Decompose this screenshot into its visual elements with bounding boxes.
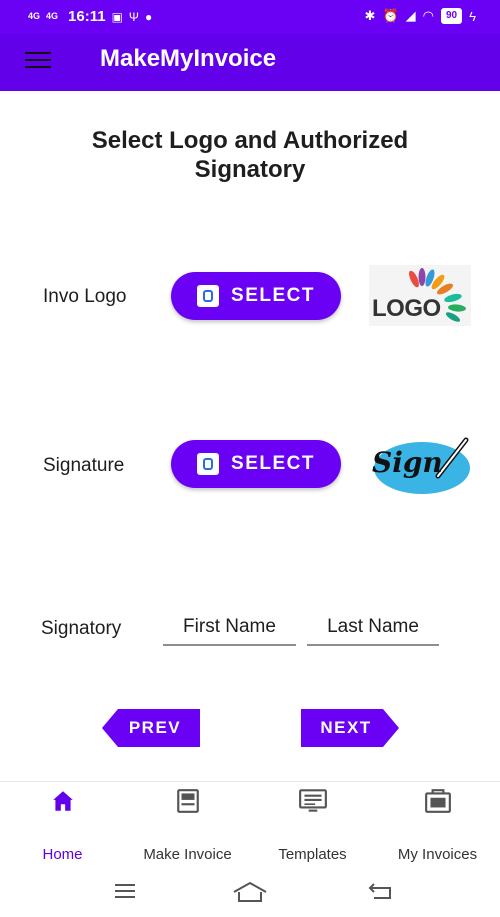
network-indicator-1: 4G xyxy=(28,11,41,21)
usb-icon: Ψ xyxy=(128,9,139,24)
page-title-line-2: Signatory xyxy=(194,156,306,183)
charging-icon: ϟ xyxy=(469,8,476,24)
logo-preview-text: LOGO xyxy=(372,295,441,322)
bluetooth-icon: ✱ xyxy=(364,8,376,23)
tab-make-invoice-label: Make Invoice xyxy=(143,846,232,863)
signatory-label: Signatory xyxy=(41,618,122,639)
notification-icon: ▣ xyxy=(111,9,123,24)
tab-my-invoices[interactable]: My Invoices xyxy=(375,782,500,875)
page-title: Select Logo and Authorized Signatory xyxy=(0,126,500,184)
home-button-icon[interactable] xyxy=(232,880,268,904)
alarm-icon: ⏰ xyxy=(382,8,399,23)
signature-preview-text: Sign xyxy=(372,446,443,479)
tab-make-invoice[interactable]: Make Invoice xyxy=(125,782,250,875)
next-button[interactable]: NEXT xyxy=(301,709,399,747)
last-name-field[interactable]: Last Name xyxy=(307,614,439,646)
select-signature-button[interactable]: SELECT xyxy=(171,440,341,488)
select-signature-button-label: SELECT xyxy=(231,453,315,474)
signal-icon: ◢ xyxy=(405,8,416,23)
home-icon xyxy=(52,791,73,811)
app-title: MakeMyInvoice xyxy=(100,45,277,72)
logo-preview[interactable]: LOGO xyxy=(369,265,471,326)
system-navigation-bar xyxy=(0,874,500,917)
back-icon[interactable] xyxy=(368,880,394,902)
app-bar: MakeMyInvoice xyxy=(0,34,500,91)
tab-home-label: Home xyxy=(42,846,83,863)
tab-templates[interactable]: Templates xyxy=(250,782,375,875)
prev-button[interactable]: PREV xyxy=(102,709,200,747)
status-bar: 4G 4G 16:11 ▣ Ψ ● ✱ ⏰ ◢ ◠ 90 ϟ xyxy=(0,0,500,34)
signature-preview[interactable]: Sign xyxy=(366,432,474,496)
signature-label: Signature xyxy=(43,455,125,476)
wifi-icon: ◠ xyxy=(422,8,434,23)
select-logo-button-label: SELECT xyxy=(231,285,315,306)
my-invoices-icon xyxy=(424,789,451,813)
image-picker-icon xyxy=(197,285,220,307)
select-logo-button[interactable]: SELECT xyxy=(171,272,341,320)
bottom-navigation: Home Make Invoice Templates My Invoices xyxy=(0,781,500,875)
invoice-icon xyxy=(176,789,199,813)
templates-icon xyxy=(298,789,327,812)
image-picker-icon xyxy=(197,453,220,475)
page-title-line-1: Select Logo and Authorized xyxy=(91,127,409,154)
logo-label: Invo Logo xyxy=(43,286,127,307)
tab-my-invoices-label: My Invoices xyxy=(397,846,478,863)
clock: 16:11 xyxy=(68,8,106,25)
tab-home[interactable]: Home xyxy=(0,782,125,875)
first-name-field[interactable]: First Name xyxy=(163,614,296,646)
recent-apps-icon[interactable] xyxy=(113,880,137,902)
app-notification-icon: ● xyxy=(144,9,153,24)
hamburger-menu-icon[interactable] xyxy=(25,50,53,72)
tab-templates-label: Templates xyxy=(278,846,347,863)
battery-indicator: 90 xyxy=(440,8,463,24)
network-indicator-2: 4G xyxy=(46,11,59,21)
